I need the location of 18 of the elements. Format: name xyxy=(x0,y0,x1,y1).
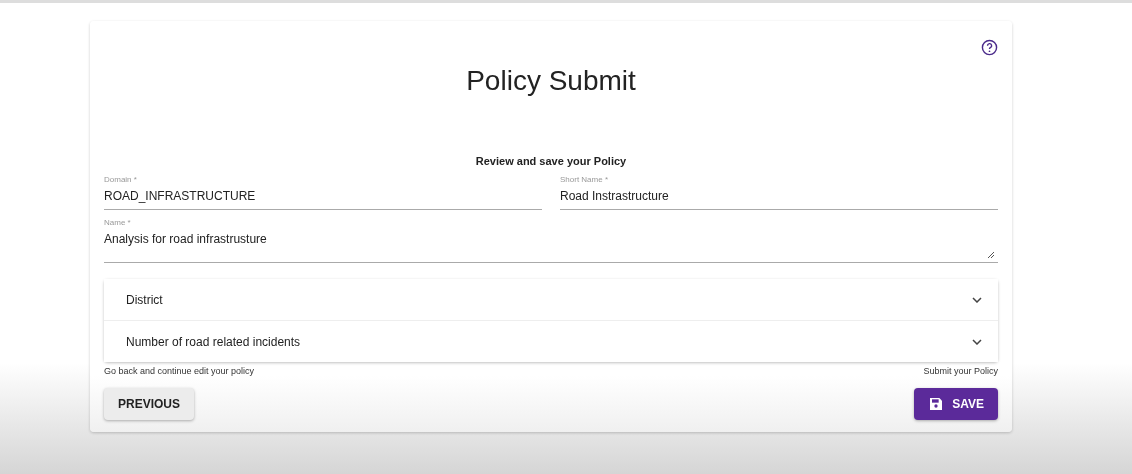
hint-text: Go back and continue edit your policy xyxy=(104,366,255,376)
text-field[interactable]: Domain * ROAD_INFRASTRUCTURE xyxy=(104,175,542,210)
accordion-label: District xyxy=(126,292,163,307)
chevron-icon xyxy=(972,296,982,303)
save-button[interactable]: SAVE xyxy=(914,388,998,420)
chevron-icon xyxy=(972,338,982,345)
resize-handle-icon[interactable] xyxy=(987,251,994,258)
help-icon[interactable] xyxy=(981,39,998,56)
accordion-item[interactable]: District xyxy=(104,279,998,320)
subtitle: Review and save your Policy xyxy=(474,155,628,167)
page-title: Policy Submit xyxy=(465,65,637,97)
text-area[interactable]: Name * Analysis for road infrastrusture xyxy=(104,218,998,263)
accordion-label: Number of road related incidents xyxy=(126,334,301,349)
save-icon xyxy=(928,396,945,412)
text-field[interactable]: Short Name * Road Instrastructure xyxy=(560,175,998,210)
previous-button[interactable]: PREVIOUS xyxy=(104,388,194,420)
hint-text: Submit your Policy xyxy=(923,366,998,376)
accordion-item[interactable]: Number of road related incidents xyxy=(104,320,998,362)
